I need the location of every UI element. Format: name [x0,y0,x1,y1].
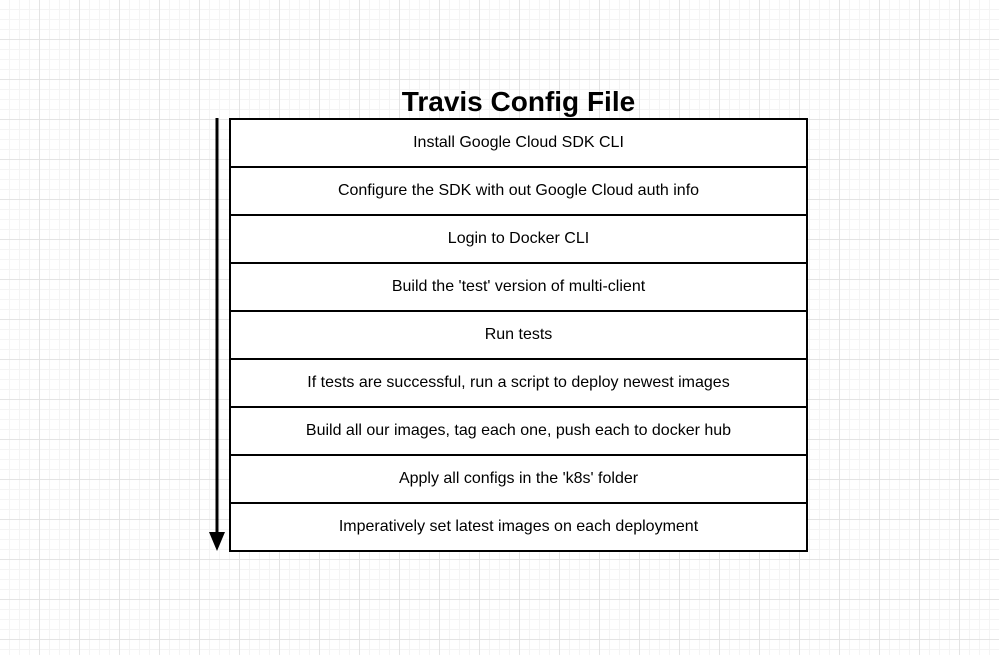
step-box: Configure the SDK with out Google Cloud … [229,166,808,216]
step-box: Build the 'test' version of multi-client [229,262,808,312]
step-box: If tests are successful, run a script to… [229,358,808,408]
step-box: Install Google Cloud SDK CLI [229,118,808,168]
flow-down-arrow-icon [209,118,225,551]
step-box: Run tests [229,310,808,360]
step-box: Imperatively set latest images on each d… [229,502,808,552]
diagram-title: Travis Config File [401,86,636,117]
steps-list: Install Google Cloud SDK CLI Configure t… [229,118,808,552]
step-box: Apply all configs in the 'k8s' folder [229,454,808,504]
step-box: Build all our images, tag each one, push… [229,406,808,456]
step-box: Login to Docker CLI [229,214,808,264]
